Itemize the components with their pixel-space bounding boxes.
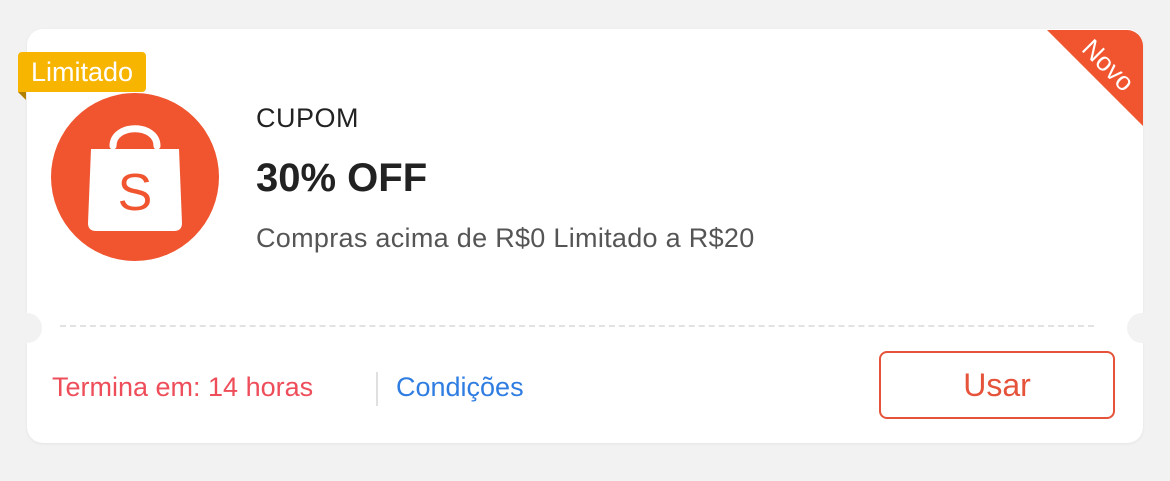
shopee-logo: S <box>51 93 219 261</box>
dashed-divider <box>60 325 1094 327</box>
use-coupon-button[interactable]: Usar <box>879 351 1115 419</box>
discount-title: 30% OFF <box>256 156 428 200</box>
shopping-bag-icon: S <box>88 125 182 231</box>
footer-separator <box>376 372 378 406</box>
card-notch-left <box>12 313 42 343</box>
conditions-link[interactable]: Condições <box>396 372 524 403</box>
expiry-text: Termina em: 14 horas <box>52 372 314 402</box>
coupon-condition: Compras acima de R$0 Limitado a R$20 <box>256 223 755 253</box>
coupon-type: CUPOM <box>256 103 359 133</box>
logo-letter: S <box>118 164 153 222</box>
card-notch-right <box>1127 313 1157 343</box>
limited-badge: Limitado <box>18 52 147 92</box>
